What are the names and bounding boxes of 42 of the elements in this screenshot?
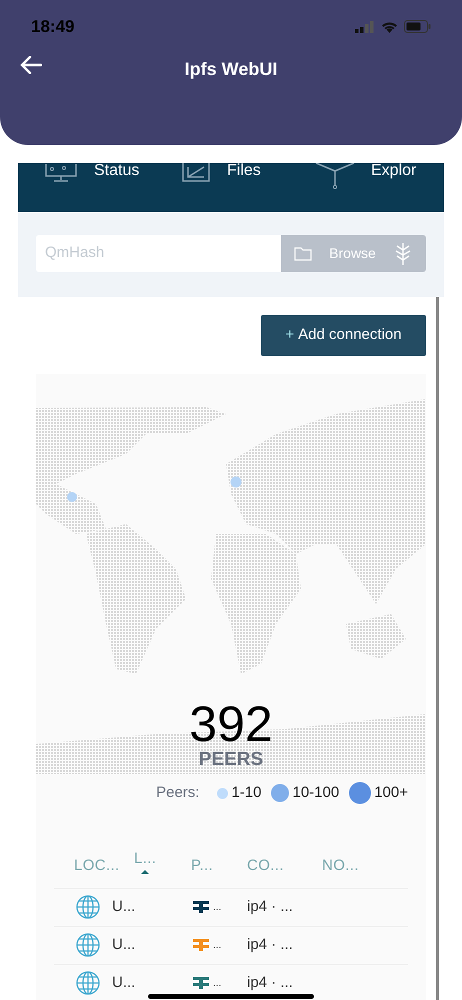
file-icon — [181, 163, 211, 183]
column-header[interactable]: LOC... — [74, 854, 120, 878]
monitor-icon — [44, 163, 78, 183]
peer-cell-text: ... — [213, 938, 222, 952]
nav-tab[interactable]: Files — [155, 163, 293, 183]
folder-icon — [294, 246, 312, 261]
back-button[interactable] — [20, 56, 42, 74]
peer-cell-text: ... — [213, 976, 222, 990]
legend-range: 10-100 — [292, 783, 340, 803]
hash-input-field[interactable]: QmHash — [36, 235, 281, 272]
wifi-icon — [381, 20, 398, 33]
location-cell-text: U... — [112, 934, 136, 955]
column-header[interactable]: CO... — [247, 854, 284, 878]
connection-cell-text: ip4 · ... — [247, 972, 293, 993]
column-header[interactable]: NO... — [322, 854, 359, 878]
back-arrow-icon — [20, 56, 42, 74]
signal-icon — [355, 20, 375, 33]
header-title: Ipfs WebUI — [184, 58, 278, 81]
peer-cell-text: ... — [213, 900, 222, 914]
peers-label: PEERS — [198, 749, 264, 771]
legend-label: Peers: — [156, 783, 200, 803]
globe-icon — [76, 895, 100, 919]
connection-cell-text: ip4 · ... — [247, 934, 293, 955]
connection-cell-text: ip4 · ... — [247, 896, 293, 917]
location-cell-text: U... — [112, 896, 136, 917]
legend-range: 1-10 — [231, 783, 262, 803]
globe-icon — [76, 933, 100, 957]
add-connection-button[interactable]: + Add connection — [261, 315, 426, 356]
battery-icon — [404, 20, 431, 34]
sort-arrow-icon — [141, 870, 150, 874]
legend-range: 100+ — [374, 783, 408, 803]
scrollbar[interactable] — [436, 297, 439, 1000]
browse-button[interactable]: Browse — [281, 235, 426, 272]
nav-tab[interactable]: Status — [18, 163, 155, 183]
nav-tab[interactable]: Explor — [293, 163, 416, 189]
location-cell-text: U... — [112, 972, 136, 993]
tree-icon — [393, 242, 413, 266]
status-time: 18:49 — [31, 16, 74, 38]
column-header[interactable]: P... — [191, 854, 214, 878]
peer-count: 392 — [189, 699, 273, 749]
globe-icon — [76, 971, 100, 995]
column-header[interactable]: L... — [134, 848, 156, 874]
